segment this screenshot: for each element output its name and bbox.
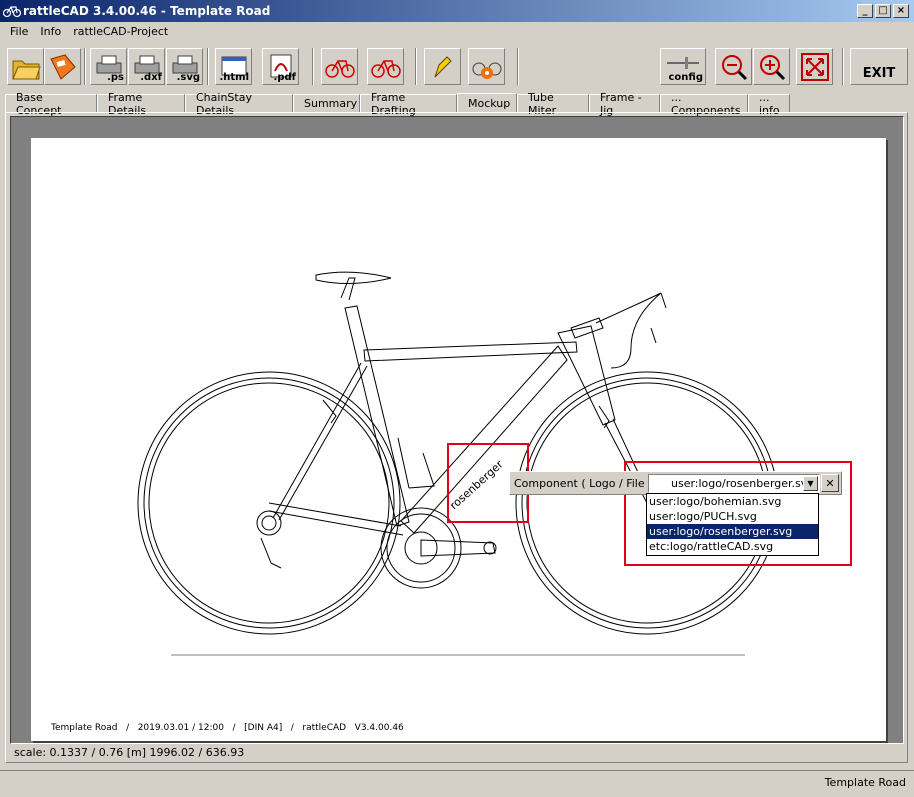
dropdown-option-rattlecad[interactable]: etc:logo/rattleCAD.svg: [647, 539, 818, 554]
component-editor: Component ( Logo / File ) : user:logo/ro…: [509, 471, 842, 495]
bike-gear-icon: [472, 62, 502, 79]
app-bike-icon: [3, 6, 21, 18]
fit-to-window-icon: [801, 53, 829, 81]
close-icon[interactable]: ✕: [821, 474, 839, 492]
status-bar: Template Road: [0, 770, 914, 797]
tab-base-concept[interactable]: Base Concept: [5, 91, 97, 117]
tab-mockup[interactable]: Mockup: [457, 93, 517, 113]
save-disk-icon: [50, 54, 76, 80]
handlebar: [595, 292, 667, 369]
menu-bar: File Info rattleCAD-Project: [0, 22, 914, 41]
menu-info[interactable]: Info: [34, 25, 67, 38]
component-select-value: user:logo/rosenberger.svg: [671, 477, 815, 490]
menu-project[interactable]: rattleCAD-Project: [67, 25, 174, 38]
dropdown-option-puch[interactable]: user:logo/PUCH.svg: [647, 509, 818, 524]
pen-button[interactable]: [424, 48, 461, 85]
title-bar: rattleCAD 3.4.00.46 - Template Road _ □ …: [0, 0, 914, 22]
exit-button[interactable]: EXIT: [850, 48, 908, 85]
head-tube: [557, 325, 616, 426]
tab-summary[interactable]: Summary: [293, 94, 360, 113]
seatpost: [340, 277, 356, 301]
export-html-button[interactable]: .html: [215, 48, 252, 85]
tab-components[interactable]: ... Components: [660, 91, 748, 117]
component-select[interactable]: user:logo/rosenberger.svg ▼: [648, 474, 820, 493]
chain-stays: [268, 502, 404, 536]
export-dxf-button[interactable]: .dxf: [128, 48, 165, 85]
export-pdf-button[interactable]: .pdf: [262, 48, 299, 85]
maximize-button[interactable]: □: [875, 4, 891, 18]
bike-render-button[interactable]: [468, 48, 505, 85]
save-button[interactable]: [44, 48, 81, 85]
close-window-button[interactable]: ×: [893, 4, 909, 18]
drawing-footer: Template Road / 2019.03.01 / 12:00 / [DI…: [51, 723, 404, 733]
config-button[interactable]: config: [660, 48, 706, 85]
component-label: Component ( Logo / File ) :: [514, 476, 660, 490]
minimize-button[interactable]: _: [857, 4, 873, 18]
pen-icon: [434, 56, 452, 78]
export-svg-button[interactable]: .svg: [166, 48, 203, 85]
scale-readout: scale: 0.1337 / 0.76 [m] 1996.02 / 636.9…: [14, 746, 245, 759]
zoom-in-icon: [760, 55, 786, 81]
tab-bar: Base Concept Frame Details ChainStay Det…: [5, 91, 790, 117]
chevron-down-icon[interactable]: ▼: [803, 476, 818, 491]
drawing-sheet: rosenberger Template Road / 2019.03.01 /…: [31, 138, 886, 741]
menu-file[interactable]: File: [4, 25, 34, 38]
open-button[interactable]: [7, 48, 44, 85]
toolbar: .ps .dxf .svg .html .pdf config EXIT: [0, 43, 914, 89]
bike-view-2-button[interactable]: [367, 48, 404, 85]
tab-tube-miter[interactable]: Tube Miter: [517, 91, 589, 117]
bicycle-drawing: rosenberger: [137, 271, 779, 656]
zoom-out-button[interactable]: [715, 48, 752, 85]
dropdown-option-rosenberger[interactable]: user:logo/rosenberger.svg: [647, 524, 818, 539]
red-bike-icon: [371, 60, 401, 78]
export-ps-button[interactable]: .ps: [90, 48, 127, 85]
fit-button[interactable]: [796, 48, 833, 85]
component-dropdown-list: user:logo/bohemian.svg user:logo/PUCH.sv…: [646, 493, 819, 556]
tab-info[interactable]: ... info: [748, 91, 790, 117]
top-tube: [363, 341, 578, 362]
zoom-out-icon: [722, 55, 748, 81]
zoom-in-button[interactable]: [753, 48, 790, 85]
status-text: Template Road: [824, 776, 906, 789]
red-bike-icon: [325, 60, 355, 78]
tab-frame-details[interactable]: Frame Details: [97, 91, 185, 117]
stem: [570, 317, 604, 339]
window-title: rattleCAD 3.4.00.46 - Template Road: [23, 4, 271, 18]
tab-frame-drafting[interactable]: Frame Drafting: [360, 91, 457, 117]
dropdown-option-bohemian[interactable]: user:logo/bohemian.svg: [647, 494, 818, 509]
drawing-canvas[interactable]: rosenberger Template Road / 2019.03.01 /…: [10, 116, 904, 744]
tab-frame-jig[interactable]: Frame - Jig: [589, 91, 660, 117]
seat-stays: [272, 362, 368, 521]
slider-icon: [667, 57, 699, 69]
folder-icon: [12, 60, 41, 80]
bike-view-1-button[interactable]: [321, 48, 358, 85]
tab-chainstay-details[interactable]: ChainStay Details: [185, 91, 293, 117]
bottle-cage: [397, 437, 435, 489]
